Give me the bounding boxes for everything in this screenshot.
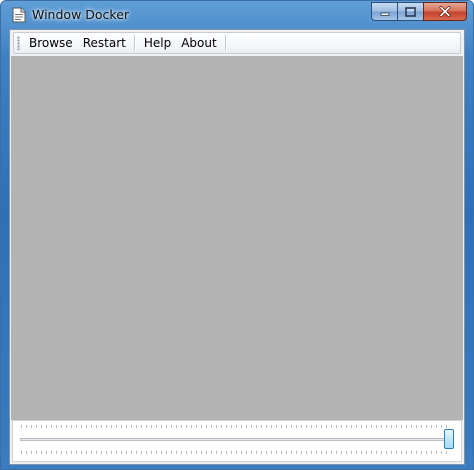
window-frame: Window Docker Browse Restart Help About <box>0 0 474 470</box>
slider-track[interactable] <box>20 438 451 441</box>
menu-help[interactable]: Help <box>139 33 176 53</box>
caption-buttons <box>371 2 467 22</box>
menu-separator <box>133 35 136 51</box>
toolbar-grip[interactable] <box>17 36 20 50</box>
maximize-button[interactable] <box>397 2 423 21</box>
close-button[interactable] <box>423 2 467 21</box>
menu-toolbar: Browse Restart Help About <box>13 32 461 54</box>
slider-ticks-top <box>21 425 451 428</box>
title-bar[interactable]: Window Docker <box>1 1 473 29</box>
close-icon <box>439 6 451 17</box>
dock-area[interactable] <box>11 56 463 420</box>
document-app-icon[interactable] <box>12 7 26 23</box>
window-title: Window Docker <box>32 7 130 22</box>
menu-about[interactable]: About <box>176 33 221 53</box>
minimize-icon <box>380 12 389 16</box>
slider-thumb[interactable] <box>444 429 454 449</box>
maximize-icon <box>405 6 416 17</box>
menu-browse[interactable]: Browse <box>24 33 78 53</box>
client-area: Browse Restart Help About <box>9 29 465 465</box>
menu-separator <box>224 35 227 51</box>
slider-panel <box>12 420 462 462</box>
slider-ticks-bottom <box>21 451 451 454</box>
minimize-button[interactable] <box>371 2 397 21</box>
menu-restart[interactable]: Restart <box>78 33 131 53</box>
